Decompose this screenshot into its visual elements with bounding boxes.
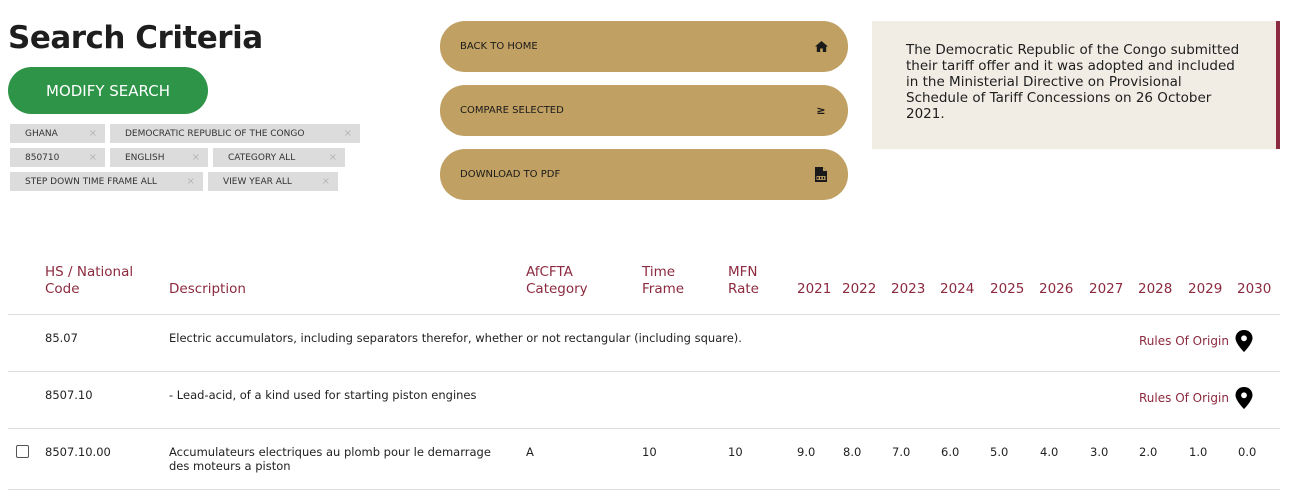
- rules-of-origin-label[interactable]: Rules Of Origin: [1139, 391, 1229, 405]
- modify-search-button[interactable]: MODIFY SEARCH: [8, 67, 208, 114]
- header-line: AfCFTA: [526, 264, 573, 280]
- filter-tag-language: ENGLISH ×: [110, 148, 208, 167]
- header-line: Frame: [642, 281, 685, 297]
- offer-notice: The Democratic Republic of the Congo sub…: [872, 21, 1280, 149]
- back-to-home-label: BACK TO HOME: [460, 41, 538, 52]
- map-pin-icon: [1235, 387, 1253, 409]
- remove-tag-icon[interactable]: ×: [187, 176, 195, 187]
- filter-tag-country: GHANA ×: [10, 124, 105, 143]
- remove-tag-icon[interactable]: ×: [89, 128, 97, 139]
- row-rate-value: 8.0: [843, 445, 862, 459]
- row-rate-value: 6.0: [941, 445, 960, 459]
- header-line: MFN: [728, 264, 758, 280]
- header-line: Category: [526, 281, 588, 297]
- row-hs-code: 8507.10.00: [45, 445, 111, 459]
- header-line: Code: [45, 281, 80, 297]
- filter-tag-label: VIEW YEAR ALL: [223, 176, 292, 187]
- column-header-year: 2023: [891, 281, 926, 297]
- filter-tag-label: DEMOCRATIC REPUBLIC OF THE CONGO: [125, 128, 305, 139]
- filter-tag-partner: DEMOCRATIC REPUBLIC OF THE CONGO ×: [110, 124, 360, 143]
- row-rate-value: 2.0: [1139, 445, 1158, 459]
- download-pdf-button[interactable]: DOWNLOAD TO PDF: [440, 149, 848, 200]
- column-header-year: 2027: [1089, 281, 1124, 297]
- column-header-year: 2021: [797, 281, 832, 297]
- download-pdf-label: DOWNLOAD TO PDF: [460, 169, 561, 180]
- row-hs-code: 85.07: [45, 331, 78, 345]
- row-description-line: des moteurs a piston: [169, 459, 291, 473]
- header-line: Time: [642, 264, 676, 280]
- column-header-afcfta-category: AfCFTA Category: [526, 264, 588, 298]
- filter-tag-label: STEP DOWN TIME FRAME ALL: [25, 176, 157, 187]
- rules-of-origin-label[interactable]: Rules Of Origin: [1139, 334, 1229, 348]
- column-header-year: 2029: [1188, 281, 1223, 297]
- filter-tag-view-year: VIEW YEAR ALL ×: [208, 172, 338, 191]
- row-description: Accumulateurs electriques au plomb pour …: [169, 445, 491, 473]
- row-time-frame: 10: [642, 445, 657, 459]
- compare-selected-label: COMPARE SELECTED: [460, 105, 564, 116]
- row-mfn-rate: 10: [728, 445, 743, 459]
- filter-tag-label: GHANA: [25, 128, 58, 139]
- column-header-time-frame: Time Frame: [642, 264, 684, 298]
- row-hs-code: 8507.10: [45, 388, 93, 402]
- filter-tag-category: CATEGORY ALL ×: [213, 148, 345, 167]
- remove-tag-icon[interactable]: ×: [322, 176, 330, 187]
- row-divider: [8, 428, 1280, 429]
- row-rate-value: 5.0: [990, 445, 1009, 459]
- row-description-line: Accumulateurs electriques au plomb pour …: [169, 445, 491, 459]
- header-line: HS / National: [45, 264, 134, 280]
- column-header-year: 2028: [1138, 281, 1173, 297]
- column-header-year: 2030: [1237, 281, 1272, 297]
- filter-tag-label: ENGLISH: [125, 152, 165, 163]
- page: Search Criteria MODIFY SEARCH GHANA × DE…: [0, 0, 1291, 498]
- row-description: - Lead-acid, of a kind used for starting…: [169, 388, 477, 402]
- remove-tag-icon[interactable]: ×: [344, 128, 352, 139]
- row-category: A: [526, 445, 534, 459]
- column-header-year: 2022: [842, 281, 877, 297]
- row-rate-value: 4.0: [1040, 445, 1059, 459]
- rules-of-origin-link[interactable]: Rules Of Origin: [1139, 387, 1253, 409]
- map-pin-icon: [1235, 330, 1253, 352]
- filter-tag-hs-code: 850710 ×: [10, 148, 105, 167]
- column-header-year: 2026: [1039, 281, 1074, 297]
- rules-of-origin-link[interactable]: Rules Of Origin: [1139, 330, 1253, 352]
- column-header-hs-code: HS / National Code: [45, 264, 133, 298]
- row-rate-value: 3.0: [1090, 445, 1109, 459]
- remove-tag-icon[interactable]: ×: [192, 152, 200, 163]
- remove-tag-icon[interactable]: ×: [329, 152, 337, 163]
- column-header-year: 2024: [940, 281, 975, 297]
- row-rate-value: 0.0: [1238, 445, 1257, 459]
- row-divider: [8, 314, 1280, 315]
- column-header-mfn-rate: MFN Rate: [728, 264, 759, 298]
- column-header-description: Description: [169, 281, 246, 297]
- filter-tag-label: CATEGORY ALL: [228, 152, 296, 163]
- page-title: Search Criteria: [8, 20, 263, 56]
- row-divider: [8, 489, 1280, 490]
- remove-tag-icon[interactable]: ×: [89, 152, 97, 163]
- greater-equal-icon: ≥: [816, 104, 826, 117]
- filter-tag-label: 850710: [25, 152, 60, 163]
- home-icon: [814, 40, 828, 54]
- row-rate-value: 1.0: [1189, 445, 1208, 459]
- row-description: Electric accumulators, including separat…: [169, 331, 742, 345]
- row-rate-value: 9.0: [797, 445, 816, 459]
- pdf-file-icon: [814, 167, 828, 182]
- compare-selected-button[interactable]: COMPARE SELECTED ≥: [440, 85, 848, 136]
- header-line: Rate: [728, 281, 759, 297]
- row-divider: [8, 371, 1280, 372]
- row-rate-value: 7.0: [892, 445, 911, 459]
- row-select-checkbox[interactable]: [16, 445, 29, 458]
- back-to-home-button[interactable]: BACK TO HOME: [440, 21, 848, 72]
- column-header-year: 2025: [990, 281, 1025, 297]
- filter-tag-time-frame: STEP DOWN TIME FRAME ALL ×: [10, 172, 203, 191]
